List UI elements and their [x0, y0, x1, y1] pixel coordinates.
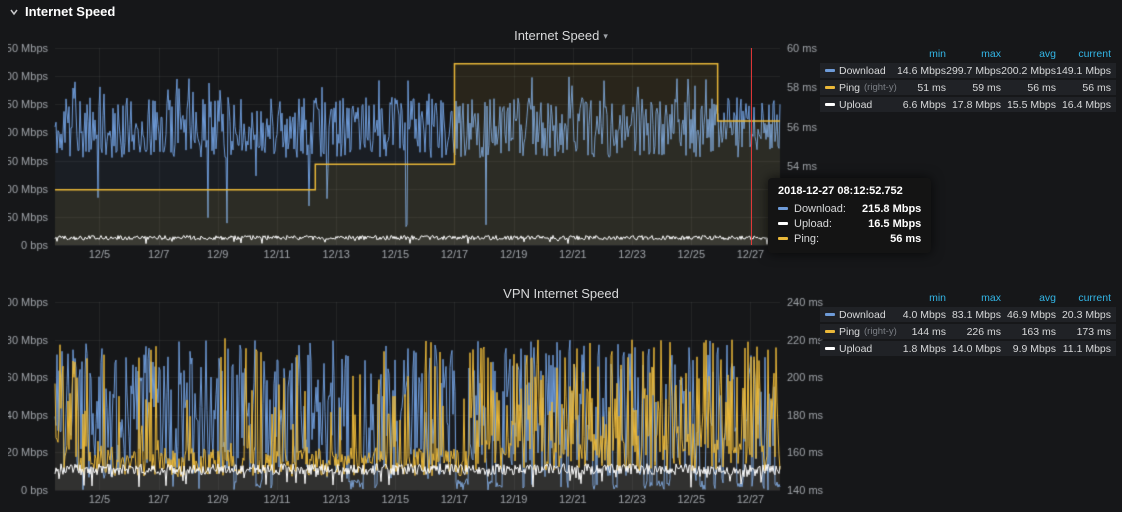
series-alias[interactable]: Download	[839, 65, 886, 77]
legend-row-download[interactable]: Download 14.6 Mbps299.7 Mbps200.2 Mbps149…	[820, 63, 1116, 78]
series-alias[interactable]: Ping	[839, 82, 860, 94]
tooltip-series-row: Download:215.8 Mbps	[778, 201, 921, 216]
series-alias[interactable]: Ping	[839, 326, 860, 338]
legend-sort-avg[interactable]: avg	[1001, 292, 1056, 304]
legend-value: 14.6 Mbps	[891, 65, 946, 77]
series-color-icon	[778, 237, 788, 240]
legend-row-download[interactable]: Download 4.0 Mbps83.1 Mbps46.9 Mbps20.3 M…	[820, 307, 1116, 322]
panel-internet-speed: Internet Speed ▾ minmaxavgcurrent Download…	[8, 24, 1114, 278]
legend-sort-avg[interactable]: avg	[1001, 48, 1056, 60]
series-alias[interactable]: Download	[839, 309, 886, 321]
series-color-icon[interactable]	[825, 86, 835, 89]
legend-value: 17.8 Mbps	[946, 99, 1001, 111]
chevron-down-icon[interactable]	[8, 6, 20, 18]
legend-header: minmaxavgcurrent	[820, 46, 1116, 61]
series-alias[interactable]: Upload	[839, 99, 872, 111]
series-color-icon	[778, 207, 788, 210]
legend-value: 173 ms	[1056, 326, 1111, 338]
legend-row-ping[interactable]: Ping(right-y)144 ms226 ms163 ms173 ms	[820, 324, 1116, 339]
legend-value: 15.5 Mbps	[1001, 99, 1056, 111]
series-color-icon[interactable]	[825, 69, 835, 72]
legend-value: 4.0 Mbps	[891, 309, 946, 321]
legend-value: 59 ms	[946, 82, 1001, 94]
legend-header: minmaxavgcurrent	[820, 290, 1116, 305]
legend-sort-max[interactable]: max	[946, 292, 1001, 304]
panel-vpn-internet-speed: VPN Internet Speed minmaxavgcurrent Downl…	[8, 282, 1114, 512]
legend-value: 14.0 Mbps	[946, 343, 1001, 355]
series-alias[interactable]: Upload	[839, 343, 872, 355]
legend-value: 6.6 Mbps	[891, 99, 946, 111]
legend-value: 144 ms	[891, 326, 946, 338]
series-color-icon[interactable]	[825, 103, 835, 106]
legend-sort-min[interactable]: min	[891, 48, 946, 60]
legend-row-ping[interactable]: Ping(right-y)51 ms59 ms56 ms56 ms	[820, 80, 1116, 95]
legend-value: 20.3 Mbps	[1056, 309, 1111, 321]
internet-speed-graph[interactable]	[8, 40, 828, 270]
legend-sort-max[interactable]: max	[946, 48, 1001, 60]
crosshair-cursor-line	[751, 48, 752, 245]
legend-value: 56 ms	[1056, 82, 1111, 94]
tooltip-series-row: Upload:16.5 Mbps	[778, 216, 921, 231]
row-title[interactable]: Internet Speed	[25, 4, 115, 19]
row-header-internet-speed[interactable]: Internet Speed	[8, 4, 115, 19]
legend-value: 163 ms	[1001, 326, 1056, 338]
legend-value: 200.2 Mbps	[1001, 65, 1056, 77]
legend-table-vpn-internet-speed: minmaxavgcurrent Download 4.0 Mbps83.1 Mbp…	[820, 290, 1116, 358]
legend-value: 46.9 Mbps	[1001, 309, 1056, 321]
series-color-icon[interactable]	[825, 330, 835, 333]
legend-value: 149.1 Mbps	[1056, 65, 1111, 77]
legend-value: 11.1 Mbps	[1056, 343, 1111, 355]
series-color-icon[interactable]	[825, 347, 835, 350]
panel-title-internet-speed[interactable]: Internet Speed ▾	[8, 28, 1114, 43]
legend-row-upload[interactable]: Upload 6.6 Mbps17.8 Mbps15.5 Mbps16.4 Mbp…	[820, 97, 1116, 112]
legend-value: 83.1 Mbps	[946, 309, 1001, 321]
legend-value: 1.8 Mbps	[891, 343, 946, 355]
legend-row-upload[interactable]: Upload 1.8 Mbps14.0 Mbps9.9 Mbps11.1 Mbps	[820, 341, 1116, 356]
legend-value: 9.9 Mbps	[1001, 343, 1056, 355]
tooltip-series-row: Ping:56 ms	[778, 231, 921, 246]
graph-tooltip: 2018-12-27 08:12:52.752 Download:215.8 Mb…	[768, 178, 931, 253]
caret-down-icon: ▾	[603, 31, 608, 41]
vpn-internet-speed-graph[interactable]	[8, 292, 828, 512]
series-color-icon	[778, 222, 788, 225]
legend-value: 226 ms	[946, 326, 1001, 338]
panel-title-text: Internet Speed	[514, 28, 599, 43]
panel-title-text: VPN Internet Speed	[503, 286, 619, 301]
series-color-icon[interactable]	[825, 313, 835, 316]
legend-value: 299.7 Mbps	[946, 65, 1001, 77]
legend-value: 51 ms	[891, 82, 946, 94]
legend-sort-min[interactable]: min	[891, 292, 946, 304]
legend-value: 56 ms	[1001, 82, 1056, 94]
legend-sort-current[interactable]: current	[1056, 292, 1111, 304]
legend-value: 16.4 Mbps	[1056, 99, 1111, 111]
grafana-dashboard: Internet Speed Internet Speed▾ minmaxavg…	[0, 0, 1122, 512]
legend-table-internet-speed: minmaxavgcurrent Download 14.6 Mbps299.7 M…	[820, 46, 1116, 114]
tooltip-timestamp: 2018-12-27 08:12:52.752	[778, 185, 921, 197]
legend-sort-current[interactable]: current	[1056, 48, 1111, 60]
